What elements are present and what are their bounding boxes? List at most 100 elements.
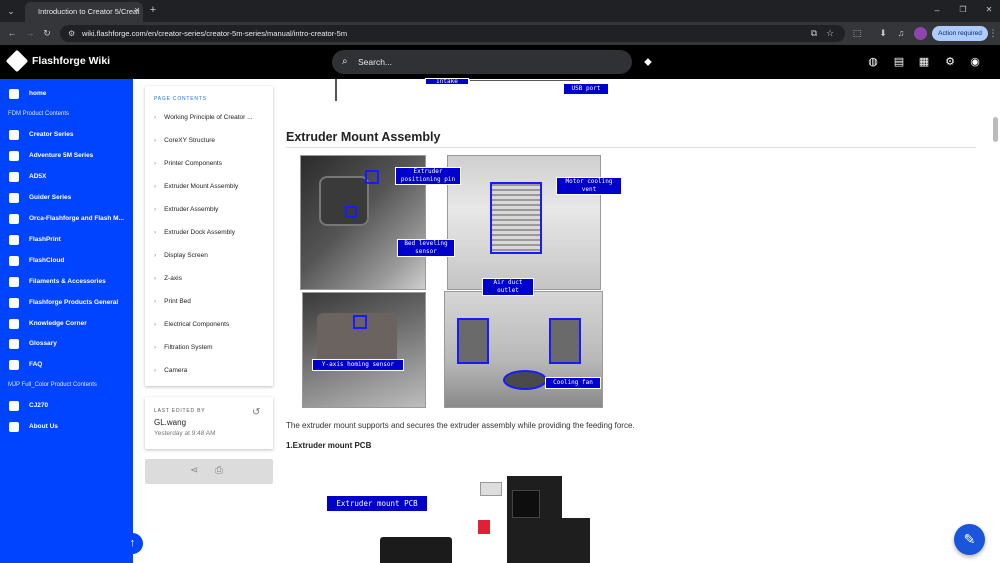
toc-item[interactable]: › Extruder Dock Assembly: [154, 229, 235, 236]
toc-item-label: Print Bed: [164, 298, 191, 305]
sidebar-item-label: FlashPrint: [29, 236, 61, 243]
window-close-icon[interactable]: ✕: [982, 3, 996, 17]
profile-avatar[interactable]: [914, 27, 927, 40]
toc-item[interactable]: › Working Principle of Creator ...: [154, 114, 253, 121]
sidebar-item-guider[interactable]: Guider Series: [0, 189, 133, 207]
tab-list-icon[interactable]: ⌄: [4, 4, 18, 18]
toc-item[interactable]: › Z-axis: [154, 275, 182, 282]
toc-item[interactable]: › Extruder Assembly: [154, 206, 218, 213]
last-edited-user[interactable]: GL.wang: [154, 418, 186, 427]
sidebar-item-label: home: [29, 90, 47, 97]
toc-title: PAGE CONTENTS: [154, 96, 207, 102]
history-icon[interactable]: ↺: [252, 407, 260, 418]
edit-page-button[interactable]: ✎: [954, 524, 985, 555]
highlight-box: [365, 170, 379, 184]
reload-icon[interactable]: ↻: [40, 26, 54, 40]
action-required-button[interactable]: Action required: [932, 26, 988, 41]
toc-item-label: Extruder Mount Assembly: [164, 183, 239, 190]
toc-item[interactable]: › Camera: [154, 367, 187, 374]
sidebar-item-cj270[interactable]: CJ270: [0, 397, 133, 415]
url-text: wiki.flashforge.com/en/creator-series/cr…: [82, 29, 348, 38]
sidebar-item-flashprint[interactable]: FlashPrint: [0, 231, 133, 249]
bookmark-star-icon[interactable]: ☆: [823, 26, 837, 40]
page-scrollbar[interactable]: [993, 117, 998, 142]
sidebar-item-products-general[interactable]: Flashforge Products General: [0, 294, 133, 312]
language-icon[interactable]: ◍: [866, 55, 880, 69]
usb-port-label: USB port: [563, 83, 609, 95]
sidebar-nav: home FDM Product Contents Creator Series…: [0, 79, 133, 563]
sidebar-item-about[interactable]: About Us: [0, 418, 133, 436]
toc-item[interactable]: › Display Screen: [154, 252, 208, 259]
account-icon[interactable]: ◉: [968, 55, 982, 69]
sidebar-item-creator-series[interactable]: Creator Series: [0, 126, 133, 144]
toc-item-label: Extruder Dock Assembly: [164, 229, 235, 236]
pcb-chip: [512, 490, 540, 518]
toc-item[interactable]: › Electrical Components: [154, 321, 229, 328]
address-bar[interactable]: ⚙ wiki.flashforge.com/en/creator-series/…: [60, 25, 845, 42]
site-info-icon[interactable]: ⚙: [68, 25, 75, 42]
back-icon[interactable]: ←: [5, 26, 19, 40]
chevron-right-icon: ›: [154, 183, 157, 190]
sort-icon: [9, 339, 19, 349]
vent-grille: [490, 182, 542, 254]
guider-icon: [9, 193, 19, 203]
description-paragraph: The extruder mount supports and secures …: [286, 421, 635, 430]
toc-item[interactable]: › Extruder Mount Assembly: [154, 183, 238, 190]
search-placeholder: Search...: [358, 57, 393, 67]
tab-close-icon[interactable]: ✕: [130, 4, 144, 18]
ad5x-icon: [9, 172, 19, 182]
toc-item-label: Printer Components: [164, 160, 222, 167]
toc-item-label: Extruder Assembly: [164, 206, 219, 213]
sidebar-item-flashcloud[interactable]: FlashCloud: [0, 252, 133, 270]
restore-icon[interactable]: ❐: [956, 3, 970, 17]
sidebar-item-home[interactable]: home: [0, 85, 133, 103]
print-icon[interactable]: ⎙: [215, 465, 223, 476]
sidebar-item-adventure[interactable]: Adventure 5M Series: [0, 147, 133, 165]
browser-tab[interactable]: Introduction to Creator 5/Creat: [25, 2, 143, 22]
download-icon[interactable]: ⬇: [876, 26, 890, 40]
tab-title: Introduction to Creator 5/Creat: [38, 7, 140, 16]
browser-menu-icon[interactable]: ⋮: [988, 26, 998, 40]
toc-item[interactable]: › Print Bed: [154, 298, 191, 305]
toc-item[interactable]: › Printer Components: [154, 160, 222, 167]
new-page-icon[interactable]: ▤: [892, 55, 906, 69]
search-icon: ⌕: [342, 56, 348, 67]
sidebar-item-glossary[interactable]: Glossary: [0, 335, 133, 353]
toc-item[interactable]: › CoreXY Structure: [154, 137, 215, 144]
page-actions-icon[interactable]: ▦: [917, 55, 931, 69]
photo-label: Bed leveling sensor: [397, 239, 455, 257]
pcb-photo-right: [472, 476, 590, 563]
sidebar-item-orca[interactable]: Orca-Flashforge and Flash M...: [0, 210, 133, 228]
sidebar-section-mjp: MJP Full_Color Product Contents: [8, 382, 97, 388]
media-icon[interactable]: ♫: [894, 26, 908, 40]
gear-icon: [9, 298, 19, 308]
sidebar-item-filaments[interactable]: Filaments & Accessories: [0, 273, 133, 291]
install-icon[interactable]: ⧉: [807, 26, 821, 40]
minimize-icon[interactable]: –: [930, 3, 944, 17]
extruder-part: [319, 176, 369, 226]
tags-icon[interactable]: ⬥: [641, 55, 655, 69]
sidebar-item-label: Adventure 5M Series: [29, 152, 94, 159]
toc-item-label: Filtration System: [164, 344, 213, 351]
settings-icon[interactable]: ⚙: [943, 55, 957, 69]
flashprint-icon: [9, 235, 19, 245]
site-title[interactable]: Flashforge Wiki: [32, 55, 110, 67]
share-icon[interactable]: ⋖: [190, 465, 198, 476]
pencil-icon: ✎: [963, 531, 976, 547]
new-tab-icon[interactable]: +: [146, 3, 160, 17]
sidebar-item-knowledge[interactable]: Knowledge Corner: [0, 315, 133, 333]
toc-item[interactable]: › Filtration System: [154, 344, 213, 351]
extensions-icon[interactable]: ⬚: [850, 26, 864, 40]
toc-item-label: Electrical Components: [164, 321, 230, 328]
photo-label: Cooling fan: [545, 377, 601, 389]
forward-icon[interactable]: →: [23, 26, 37, 40]
scroll-to-top-button[interactable]: ↑: [122, 533, 143, 554]
y-axis-photo: [302, 292, 426, 408]
fan-outlet: [503, 370, 547, 390]
sidebar-item-label: FlashCloud: [29, 257, 65, 264]
sidebar-item-faq[interactable]: FAQ: [0, 356, 133, 374]
toc-item-label: Working Principle of Creator ...: [164, 114, 253, 121]
sidebar-item-ad5x[interactable]: AD5X: [0, 168, 133, 186]
search-input[interactable]: ⌕ Search...: [332, 50, 632, 74]
toc-item-label: Camera: [164, 367, 188, 374]
